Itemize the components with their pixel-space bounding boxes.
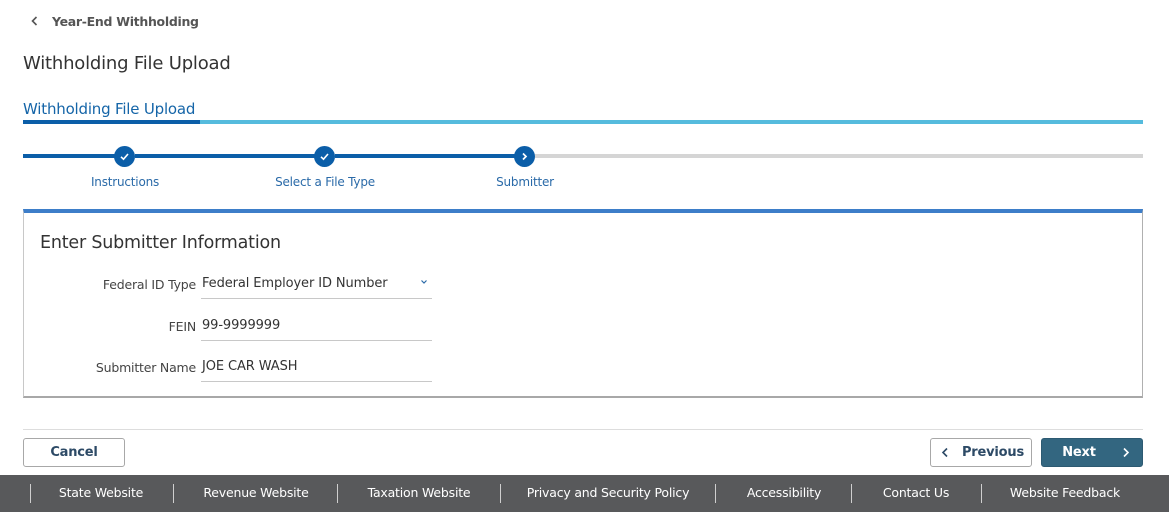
- step-connector: [135, 154, 315, 158]
- next-button[interactable]: Next: [1041, 438, 1143, 467]
- submitter-name-input[interactable]: JOE CAR WASH: [201, 354, 432, 382]
- input-value: 99-9999999: [202, 318, 281, 333]
- footer-separator: [981, 484, 982, 503]
- step-label[interactable]: Submitter: [496, 175, 554, 189]
- next-button-label: Next: [1062, 445, 1096, 460]
- footer-link-state-website[interactable]: State Website: [59, 485, 143, 500]
- footer-link-taxation-website[interactable]: Taxation Website: [368, 485, 471, 500]
- footer-separator: [173, 484, 174, 503]
- step-label[interactable]: Select a File Type: [275, 175, 375, 189]
- chevron-left-icon: [941, 447, 948, 458]
- cancel-button-label: Cancel: [50, 445, 98, 460]
- panel-title: Enter Submitter Information: [40, 233, 281, 253]
- step-connector: [23, 154, 115, 158]
- field-label: Submitter Name: [95, 360, 196, 375]
- chevron-right-icon: [1123, 447, 1130, 458]
- tab-strip: Withholding File Upload: [23, 98, 1143, 126]
- footer-separator: [30, 484, 31, 503]
- submitter-info-panel: Enter Submitter Information Federal ID T…: [23, 209, 1143, 398]
- footer-link-revenue-website[interactable]: Revenue Website: [203, 485, 308, 500]
- breadcrumb-back-link[interactable]: Year-End Withholding: [28, 12, 199, 30]
- footer-link-contact-us[interactable]: Contact Us: [883, 485, 949, 500]
- breadcrumb-label: Year-End Withholding: [52, 13, 199, 29]
- step-connector-incomplete: [535, 154, 1143, 158]
- previous-button[interactable]: Previous: [930, 438, 1032, 467]
- footer: State Website Revenue Website Taxation W…: [0, 475, 1169, 512]
- field-label: FEIN: [168, 319, 197, 334]
- chevron-down-icon: [421, 280, 427, 284]
- footer-separator: [715, 484, 716, 503]
- page-title: Withholding File Upload: [23, 53, 231, 74]
- field-label: Federal ID Type: [102, 277, 196, 292]
- chevron-right-icon: [522, 152, 528, 161]
- chevron-left-icon: [31, 16, 38, 26]
- submitter-name-row: Submitter Name JOE CAR WASH: [24, 354, 444, 384]
- input-value: JOE CAR WASH: [202, 359, 298, 374]
- footer-separator: [337, 484, 338, 503]
- federal-id-type-select[interactable]: Federal Employer ID Number: [201, 271, 432, 299]
- footer-link-website-feedback[interactable]: Website Feedback: [1010, 485, 1120, 500]
- previous-button-label: Previous: [961, 445, 1024, 460]
- federal-id-type-row: Federal ID Type Federal Employer ID Numb…: [24, 271, 444, 301]
- step-submitter-node[interactable]: [514, 146, 535, 167]
- fein-input[interactable]: 99-9999999: [201, 313, 432, 341]
- footer-separator: [500, 484, 501, 503]
- footer-link-accessibility[interactable]: Accessibility: [747, 485, 822, 500]
- step-label[interactable]: Instructions: [91, 175, 159, 189]
- footer-link-privacy-policy[interactable]: Privacy and Security Policy: [527, 485, 690, 500]
- step-connector: [335, 154, 515, 158]
- tab-withholding-file-upload[interactable]: Withholding File Upload: [23, 100, 195, 118]
- check-icon: [320, 153, 329, 161]
- footer-separator: [851, 484, 852, 503]
- cancel-button[interactable]: Cancel: [23, 438, 125, 467]
- fein-row: FEIN 99-9999999: [24, 313, 444, 343]
- select-value: Federal Employer ID Number: [202, 276, 388, 291]
- step-select-file-type-node[interactable]: [314, 146, 335, 167]
- actions-divider: [23, 429, 1143, 430]
- progress-stepper: Instructions Select a File Type Submitte…: [23, 144, 1143, 194]
- check-icon: [120, 153, 129, 161]
- step-instructions-node[interactable]: [114, 146, 135, 167]
- tab-active-indicator: [23, 120, 200, 124]
